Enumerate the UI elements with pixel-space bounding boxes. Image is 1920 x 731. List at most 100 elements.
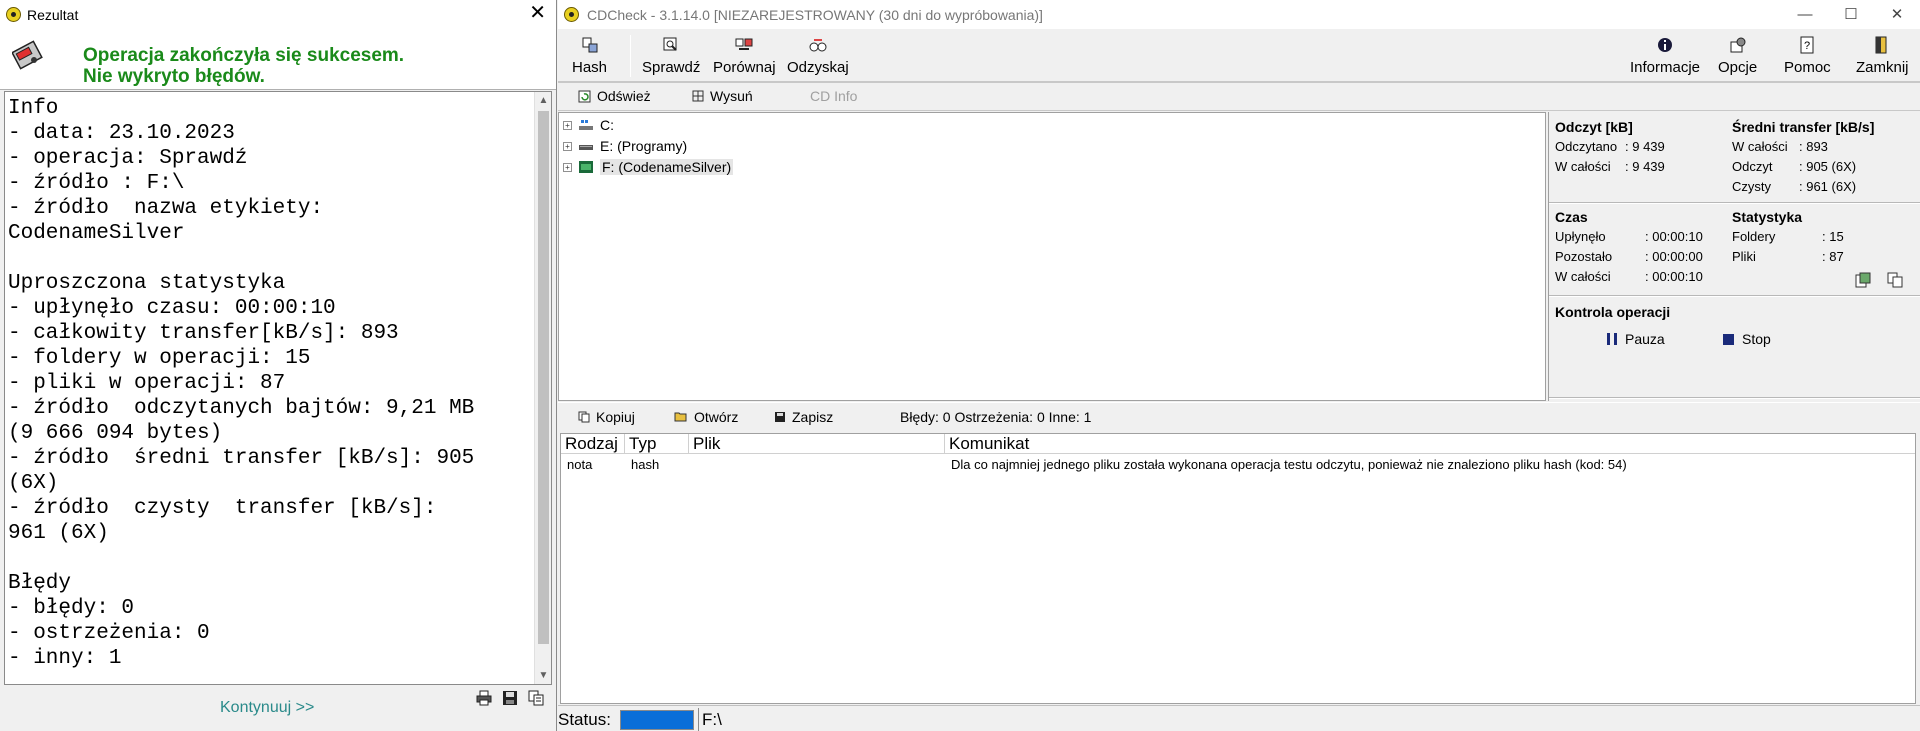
read-stats-header: Odczyt [kB] <box>1555 119 1633 135</box>
refresh-button[interactable]: Odśwież <box>578 88 651 104</box>
result-report-text: Info - data: 23.10.2023 - operacja: Spra… <box>8 97 475 670</box>
copy-stats-icon[interactable] <box>1887 272 1903 288</box>
hard-drive-icon <box>579 145 593 150</box>
table-row[interactable]: nota hash Dla co najmniej jednego pliku … <box>561 456 1915 474</box>
pause-label: Pauza <box>1625 331 1665 347</box>
stat-row: Odczytano: 9 439 <box>1555 139 1665 154</box>
minimize-icon[interactable]: — <box>1782 0 1828 29</box>
compare-label: Porównaj <box>713 59 776 76</box>
stat-row: Pliki: 87 <box>1732 249 1844 264</box>
main-toolbar: Hash Sprawdź Porównaj Odzyskaj Informacj… <box>558 29 1920 83</box>
result-report-box[interactable]: Info - data: 23.10.2023 - operacja: Spra… <box>4 91 552 685</box>
help-button[interactable]: ? Pomoc <box>1784 33 1831 79</box>
refresh-label: Odśwież <box>597 88 651 104</box>
app-icon <box>6 7 21 22</box>
column-header-message[interactable]: Komunikat <box>945 434 1915 454</box>
stop-button[interactable]: Stop <box>1723 331 1771 347</box>
info-label: Informacje <box>1630 59 1701 76</box>
close-icon[interactable]: ✕ <box>1874 0 1920 29</box>
copy-log-label: Kopiuj <box>596 409 635 425</box>
close-icon[interactable]: ✕ <box>529 3 546 23</box>
result-message-line2: Nie wykryto błędów. <box>83 66 265 87</box>
status-label: Status: <box>558 710 611 729</box>
drive-tree[interactable]: + C: + E: (Programy) + F: (CodenameSilve… <box>558 112 1546 401</box>
compare-button[interactable]: Porównaj <box>713 33 776 79</box>
eject-label: Wysuń <box>710 88 753 104</box>
hash-icon <box>582 37 598 53</box>
info-icon <box>1658 38 1673 52</box>
cd-info-button[interactable]: CD Info <box>810 88 857 104</box>
expand-icon[interactable]: + <box>563 162 572 172</box>
pause-icon <box>1607 333 1617 345</box>
verify-icon <box>663 37 677 51</box>
save-icon[interactable] <box>502 690 518 706</box>
recover-label: Odzyskaj <box>787 59 849 76</box>
stats-divider <box>1549 397 1920 399</box>
scroll-up-icon[interactable]: ▲ <box>535 92 551 109</box>
verify-button[interactable]: Sprawdź <box>642 33 700 79</box>
copy-log-button[interactable]: Kopiuj <box>578 409 635 425</box>
cdcheck-window: CDCheck - 3.1.14.0 [NIEZAREJESTROWANY (3… <box>558 0 1920 731</box>
recover-button[interactable]: Odzyskaj <box>787 33 849 79</box>
hash-button[interactable]: Hash <box>572 33 607 79</box>
continue-button[interactable]: Kontynuuj >> <box>220 699 314 717</box>
drive-toolbar: Odśwież Wysuń CD Info <box>558 84 1920 111</box>
stat-row: W całości: 00:00:10 <box>1555 269 1703 284</box>
scroll-thumb[interactable] <box>538 111 549 644</box>
window-controls: — ☐ ✕ <box>1782 0 1920 29</box>
maximize-icon[interactable]: ☐ <box>1828 0 1874 29</box>
desktop: Rezultat ✕ Operacja zakończyła się sukce… <box>0 0 1920 731</box>
cdcheck-title-bar: CDCheck - 3.1.14.0 [NIEZAREJESTROWANY (3… <box>558 0 1920 29</box>
options-button[interactable]: Opcje <box>1718 33 1757 79</box>
read-stats: Odczyt [kB] Odczytano: 9 439 W całości: … <box>1555 117 1665 177</box>
transfer-stats-header: Średni transfer [kB/s] <box>1732 119 1875 135</box>
folder-open-icon <box>674 412 687 422</box>
tree-item-drive-c[interactable]: + C: <box>563 115 614 135</box>
result-header: Operacja zakończyła się sukcesem. Nie wy… <box>0 29 556 90</box>
result-footer-icons <box>476 690 544 706</box>
expand-icon[interactable]: + <box>563 120 572 130</box>
tree-item-drive-e[interactable]: + E: (Programy) <box>563 136 687 156</box>
eject-button[interactable]: Wysuń <box>692 88 753 104</box>
time-stats-header: Czas <box>1555 209 1588 225</box>
print-icon[interactable] <box>476 690 492 706</box>
log-summary-text: Błędy: 0 Ostrzeżenia: 0 Inne: 1 <box>900 409 1092 425</box>
stop-icon <box>1723 333 1734 345</box>
expand-icon[interactable]: + <box>563 141 572 151</box>
column-header-type[interactable]: Typ <box>625 434 689 454</box>
cell-message: Dla co najmniej jednego pliku została wy… <box>951 457 1627 472</box>
scroll-down-icon[interactable]: ▼ <box>535 667 551 684</box>
result-scrollbar[interactable]: ▲ ▼ <box>534 92 551 684</box>
result-window-title: Rezultat <box>27 6 79 23</box>
result-window: Rezultat ✕ Operacja zakończyła się sukce… <box>0 0 557 731</box>
column-header-kind[interactable]: Rodzaj <box>561 434 625 454</box>
export-stats-icon[interactable] <box>1855 272 1871 288</box>
hash-label: Hash <box>572 59 608 76</box>
log-table-header: Rodzaj Typ Plik Komunikat <box>561 434 1915 454</box>
help-icon: ? <box>1800 36 1814 54</box>
options-icon <box>1730 37 1746 53</box>
save-log-button[interactable]: Zapisz <box>774 409 833 425</box>
info-button[interactable]: Informacje <box>1630 33 1700 79</box>
open-log-button[interactable]: Otwórz <box>674 409 738 425</box>
log-toolbar: Kopiuj Otwórz Zapisz Błędy: 0 Ostrzeżeni… <box>558 402 1920 432</box>
tree-item-drive-f[interactable]: + F: (CodenameSilver) <box>563 157 734 177</box>
windows-drive-icon <box>579 120 593 130</box>
status-progress-bar <box>620 710 694 730</box>
tree-item-label: E: (Programy) <box>600 138 688 154</box>
exit-label: Zamknij <box>1856 59 1909 76</box>
copy-icon[interactable] <box>528 690 544 706</box>
open-log-label: Otwórz <box>694 409 739 425</box>
stat-row: W całości: 9 439 <box>1555 159 1665 174</box>
options-label: Opcje <box>1718 59 1758 76</box>
column-header-file[interactable]: Plik <box>689 434 945 454</box>
tree-item-label: C: <box>600 117 614 133</box>
pause-button[interactable]: Pauza <box>1607 331 1665 347</box>
result-message-line1: Operacja zakończyła się sukcesem. <box>83 45 405 66</box>
save-log-label: Zapisz <box>792 409 834 425</box>
usb-drive-icon <box>579 161 593 173</box>
log-table[interactable]: Rodzaj Typ Plik Komunikat nota hash Dla … <box>560 433 1916 704</box>
compare-icon <box>735 38 753 50</box>
stat-row: Foldery: 15 <box>1732 229 1844 244</box>
exit-button[interactable]: Zamknij <box>1856 33 1909 79</box>
